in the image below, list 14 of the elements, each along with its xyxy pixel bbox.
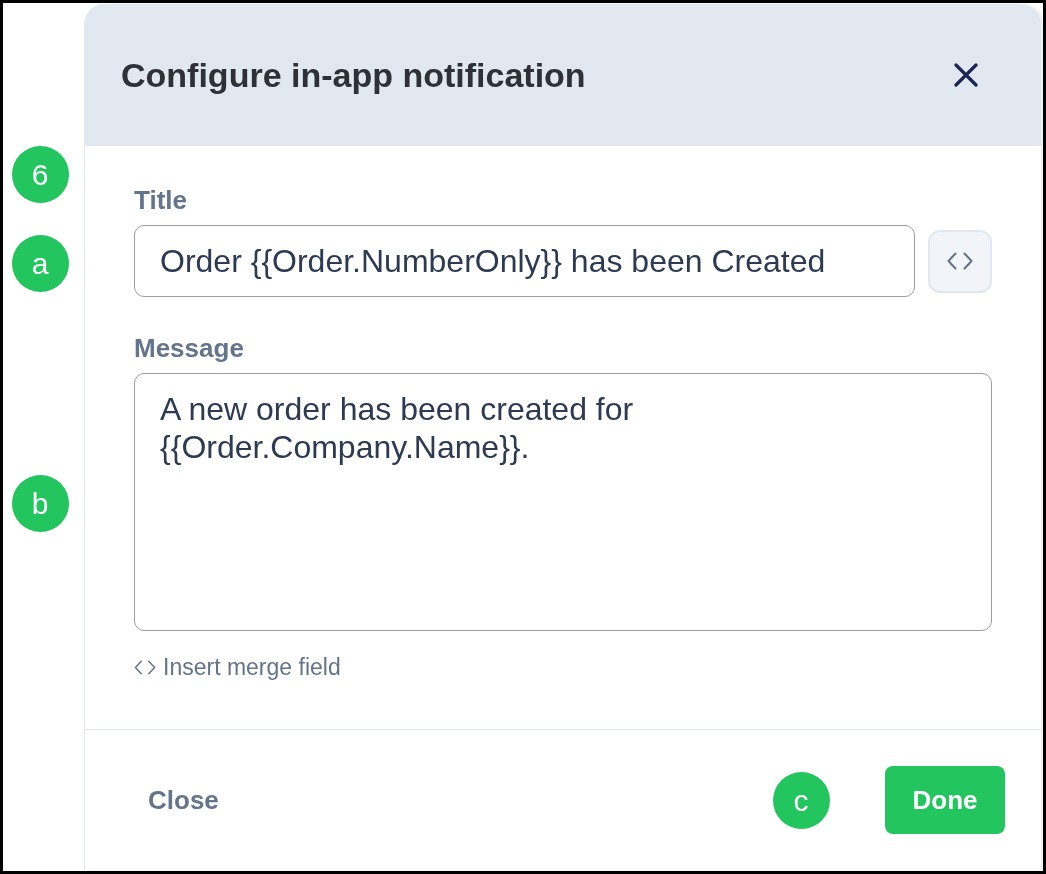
code-icon (947, 252, 973, 270)
step-marker: a (11, 234, 69, 292)
close-icon (954, 63, 978, 87)
insert-merge-field-link[interactable]: Insert merge field (134, 653, 341, 681)
field-label: Message (134, 332, 245, 364)
close-button[interactable]: Close (134, 774, 233, 826)
message-textarea[interactable]: A new order has been created for {{Order.Company.Name}}. (134, 373, 992, 631)
merge-field-button[interactable] (928, 229, 992, 293)
field-label: Title (134, 184, 188, 216)
code-icon (134, 659, 156, 675)
title-input[interactable]: Order {{Order.NumberOnly}} has been Created (134, 225, 915, 297)
step-marker: b (11, 474, 69, 532)
dialog-title: Configure in-app notification (121, 55, 586, 95)
step-marker: 6 (11, 145, 69, 203)
